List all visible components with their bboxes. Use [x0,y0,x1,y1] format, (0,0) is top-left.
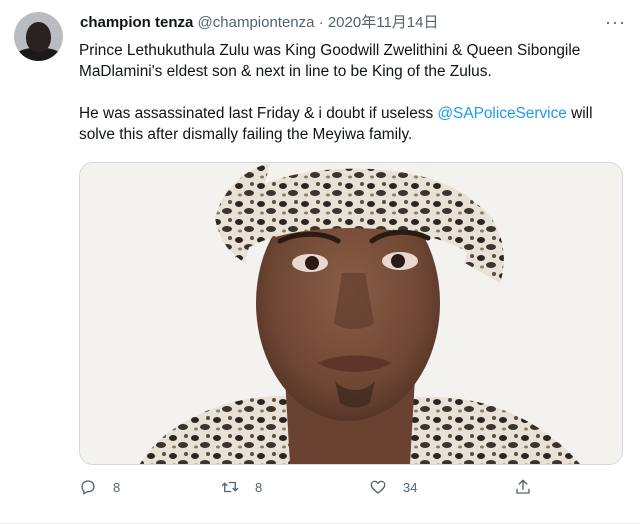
separator-dot: · [318,14,324,31]
portrait-photo [80,163,622,464]
reply-button[interactable]: 8 [79,478,120,496]
author-name[interactable]: champion tenza [80,14,193,31]
avatar[interactable] [14,12,63,61]
share-button[interactable] [514,478,532,496]
tweet-date[interactable]: 2020年11月14日 [328,14,439,31]
paragraph-2-start: He was assassinated last Friday & i doub… [79,105,438,122]
tweet-paragraph-2: He was assassinated last Friday & i doub… [79,103,627,145]
retweet-button[interactable]: 8 [221,478,262,496]
more-horizontal-icon[interactable]: ··· [605,13,626,31]
retweet-count: 8 [255,479,263,495]
reply-icon [81,480,95,495]
retweet-icon [221,481,239,493]
like-count: 34 [403,479,418,495]
avatar-head [26,22,51,52]
like-button[interactable]: 34 [369,478,417,496]
author-handle[interactable]: @championtenza [198,14,315,31]
tweet-header: champion tenza @championtenza · 2020年11月… [80,13,438,33]
mention-link[interactable]: @SAPoliceService [437,105,566,122]
share-icon [516,479,530,494]
tweet[interactable]: champion tenza @championtenza · 2020年11月… [0,0,640,524]
tweet-photo[interactable] [79,162,623,465]
reply-count: 8 [113,479,121,495]
tweet-paragraph-1: Prince Lethukuthula Zulu was King Goodwi… [79,42,581,80]
tweet-actions: 8 8 34 [79,478,549,506]
heart-icon [370,480,386,494]
tweet-text: Prince Lethukuthula Zulu was King Goodwi… [79,40,627,145]
